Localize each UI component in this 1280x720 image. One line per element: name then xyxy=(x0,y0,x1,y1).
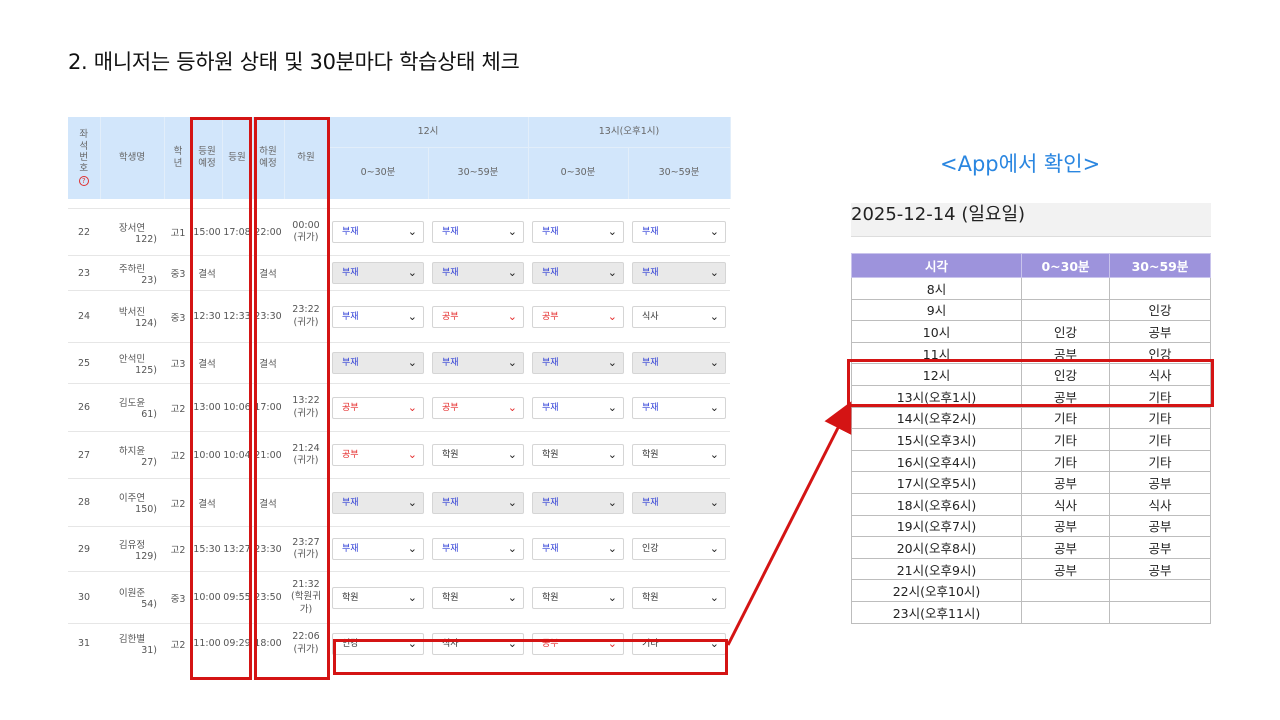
connector-arrow xyxy=(726,401,852,646)
